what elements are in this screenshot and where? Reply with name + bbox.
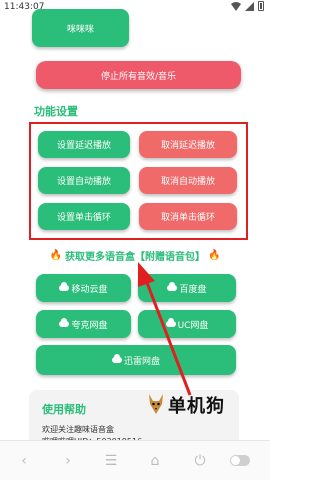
battery-icon (258, 1, 264, 11)
watermark-text: 单机狗 (168, 396, 225, 417)
cloud-icon (59, 318, 70, 327)
cancel-loop-button[interactable]: 取消单击循环 (139, 203, 237, 230)
xunlei-cloud-label: 迅雷网盘 (123, 356, 160, 367)
promo-text: 获取更多语音盒【附赠语音包】 (65, 251, 205, 263)
cloud-icon (167, 282, 178, 291)
uc-cloud-label: UC网盘 (177, 320, 209, 331)
quark-cloud-label: 夸克网盘 (71, 320, 108, 331)
home-icon[interactable]: ⌂ (145, 451, 165, 471)
dog-logo-icon (149, 394, 163, 414)
power-icon[interactable]: ⏻ (190, 451, 210, 471)
watermark-logo: 单机狗 (146, 392, 225, 418)
signal-icon (245, 1, 254, 11)
fire-icon: 🔥 (208, 249, 221, 261)
set-loop-button[interactable]: 设置单击循环 (38, 203, 130, 230)
status-icons (231, 1, 264, 11)
cancel-delay-label: 取消延迟播放 (160, 141, 215, 151)
set-loop-label: 设置单击循环 (56, 213, 111, 223)
baidu-cloud-button[interactable]: 百度盘 (138, 274, 236, 302)
back-icon[interactable]: ‹ (14, 451, 34, 471)
toggle-switch[interactable] (230, 455, 250, 466)
stop-all-label: 停止所有音效/音乐 (100, 71, 177, 82)
quark-cloud-button[interactable]: 夸克网盘 (36, 310, 131, 338)
cloud-icon (165, 318, 176, 327)
mobile-cloud-button[interactable]: 移动云盘 (36, 274, 131, 302)
fire-icon: 🔥 (49, 249, 62, 261)
sound-button-mimimi[interactable]: 咪咪咪 (32, 9, 129, 47)
baidu-cloud-label: 百度盘 (179, 284, 207, 295)
cancel-auto-button[interactable]: 取消自动播放 (139, 167, 237, 194)
help-title: 使用帮助 (42, 403, 86, 416)
stop-all-button[interactable]: 停止所有音效/音乐 (36, 61, 241, 89)
cloud-icon (59, 282, 70, 291)
cancel-delay-button[interactable]: 取消延迟播放 (139, 131, 237, 158)
set-delay-button[interactable]: 设置延迟播放 (38, 131, 130, 158)
uc-cloud-button[interactable]: UC网盘 (138, 310, 236, 338)
promo-line[interactable]: 🔥 获取更多语音盒【附赠语音包】 🔥 (14, 248, 256, 263)
help-line-1: 欢迎关注趣味语音盒 (42, 425, 114, 434)
forward-icon[interactable]: › (58, 451, 78, 471)
section-title-functions: 功能设置 (34, 105, 78, 118)
browser-nav-bar: ‹ › ☰ ⌂ ⏻ (0, 440, 270, 480)
cancel-loop-label: 取消单击循环 (160, 213, 215, 223)
xunlei-cloud-button[interactable]: 迅雷网盘 (36, 345, 236, 375)
cancel-auto-label: 取消自动播放 (160, 177, 215, 187)
set-delay-label: 设置延迟播放 (56, 141, 111, 151)
set-auto-label: 设置自动播放 (56, 177, 111, 187)
mobile-cloud-label: 移动云盘 (71, 284, 108, 295)
set-auto-button[interactable]: 设置自动播放 (38, 167, 130, 194)
wifi-icon (231, 1, 241, 11)
menu-icon[interactable]: ☰ (101, 451, 121, 471)
cloud-icon (111, 354, 122, 363)
sound-button-label: 咪咪咪 (66, 24, 94, 35)
